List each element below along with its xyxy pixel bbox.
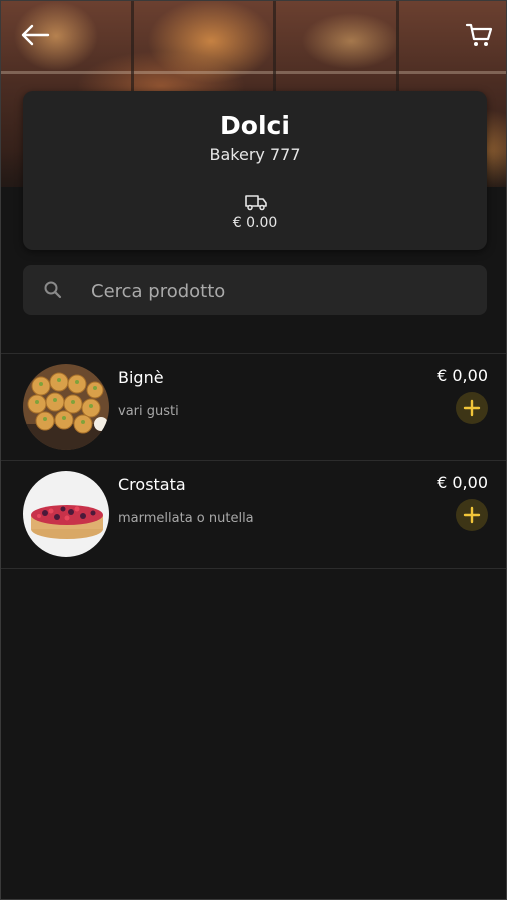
add-to-cart-button[interactable] <box>456 499 488 531</box>
plus-icon <box>463 399 481 417</box>
search-icon <box>44 281 62 299</box>
back-button[interactable] <box>15 15 55 55</box>
plus-icon <box>463 506 481 524</box>
product-item-crostata[interactable]: Crostata marmellata o nutella € 0,00 <box>1 461 506 568</box>
product-description: vari gusti <box>118 404 179 419</box>
product-item-bigne[interactable]: Bignè vari gusti € 0,00 <box>1 354 506 461</box>
delivery-fee: € 0.00 <box>232 215 278 231</box>
divider <box>1 568 506 569</box>
app-screen: Dolci Bakery 777 € 0.00 Cerca prodotto B… <box>0 0 507 900</box>
product-price: € 0,00 <box>437 473 488 492</box>
store-title: Dolci <box>220 111 290 140</box>
product-name: Bignè <box>118 368 164 387</box>
product-image-bigne <box>23 364 109 450</box>
store-info-card: Dolci Bakery 777 € 0.00 <box>23 91 487 250</box>
arrow-left-icon <box>21 24 50 46</box>
product-image-crostata <box>23 471 109 557</box>
cart-button[interactable] <box>459 15 499 55</box>
search-bar[interactable] <box>23 265 487 317</box>
add-to-cart-button[interactable] <box>456 392 488 424</box>
product-description: marmellata o nutella <box>118 511 254 526</box>
search-input[interactable] <box>89 265 473 317</box>
shopping-cart-icon <box>465 23 493 46</box>
store-subtitle: Bakery 777 <box>209 145 301 164</box>
product-name: Crostata <box>118 475 186 494</box>
truck-icon <box>245 195 267 211</box>
product-price: € 0,00 <box>437 366 488 385</box>
